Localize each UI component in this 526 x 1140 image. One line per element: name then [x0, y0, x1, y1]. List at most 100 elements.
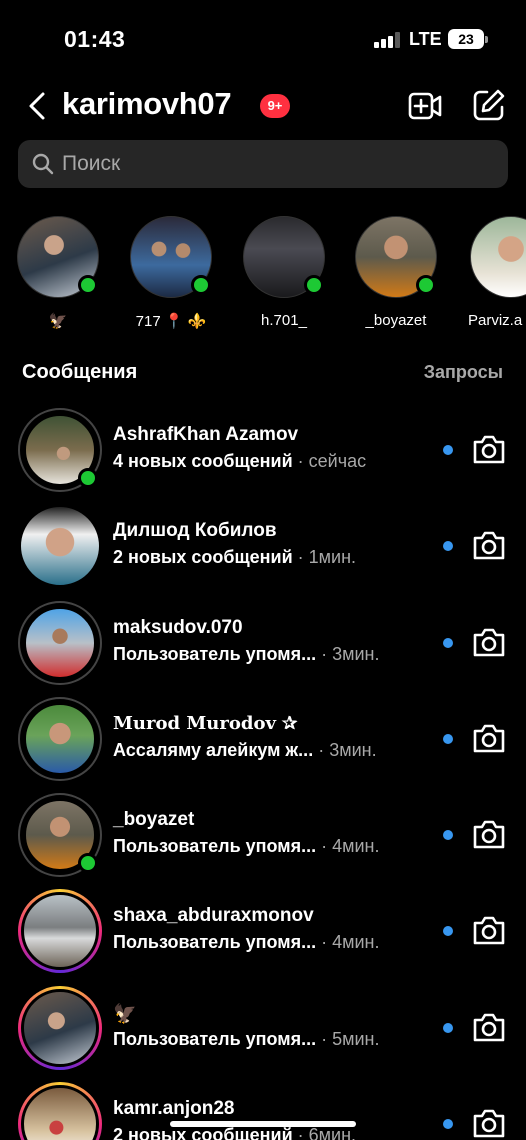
- message-preview: Пользователь упомя... · 5мин.: [113, 1029, 380, 1050]
- unread-dot: [443, 1023, 453, 1033]
- message-sender: _boyazet: [113, 809, 195, 830]
- status-bar: 01:43 LTE 23: [0, 0, 526, 78]
- message-sender: kamr.anjon28: [113, 1098, 235, 1119]
- unread-dot: [443, 541, 453, 551]
- message-preview: Ассаляму алейкум ж... · 3мин.: [113, 740, 377, 761]
- message-time: · сейчас: [292, 451, 367, 471]
- story-label: h.701_: [261, 312, 307, 329]
- unread-dot: [443, 638, 453, 648]
- camera-icon[interactable]: [471, 817, 507, 851]
- message-preview: Пользователь упомя... · 4мин.: [113, 836, 380, 857]
- avatar-ring: [18, 408, 102, 492]
- requests-link[interactable]: Запросы: [424, 362, 503, 383]
- unread-dot: [443, 445, 453, 455]
- notification-badge: 9+: [260, 94, 290, 118]
- avatar: [130, 216, 212, 298]
- camera-icon[interactable]: [471, 528, 507, 562]
- story-label: 717 📍 ⚜️: [135, 313, 207, 330]
- story-ring: [18, 986, 102, 1070]
- avatar: [23, 606, 97, 680]
- story-label: _boyazet: [365, 312, 427, 329]
- message-sender: shaxa_abduraxmonov: [113, 905, 314, 926]
- avatar: [23, 702, 97, 776]
- message-preview: Пользователь упомя... · 3мин.: [113, 644, 380, 665]
- message-preview: 4 новых сообщений · сейчас: [113, 451, 366, 472]
- message-time: · 3мин.: [316, 644, 380, 664]
- story-item[interactable]: 717 📍 ⚜️: [121, 216, 221, 330]
- search-bar[interactable]: [18, 140, 508, 188]
- list-item[interactable]: kamr.anjon28 2 новых сообщений · 6мин.: [0, 1078, 526, 1140]
- message-sender: maksudov.070: [113, 617, 243, 638]
- preview-text: 2 новых сообщений: [113, 547, 293, 567]
- story-label: Parviz.a: [468, 312, 523, 329]
- online-indicator: [416, 275, 436, 295]
- search-icon: [32, 153, 54, 175]
- messages-section-title: Сообщения: [22, 361, 138, 383]
- compose-message-icon[interactable]: [472, 88, 506, 122]
- message-sender: 🦅: [113, 1004, 137, 1025]
- avatar: [243, 216, 325, 298]
- message-time: · 4мин.: [316, 932, 380, 952]
- unread-dot: [443, 1119, 453, 1129]
- list-item[interactable]: maksudov.070 Пользователь упомя... · 3ми…: [0, 597, 526, 693]
- battery-icon: 23: [448, 29, 488, 49]
- story-item[interactable]: Parviz.a: [458, 216, 526, 329]
- avatar-ring: [18, 504, 102, 588]
- camera-icon[interactable]: [471, 1106, 507, 1140]
- avatar: [470, 216, 526, 298]
- preview-text: Пользователь упомя...: [113, 1029, 317, 1049]
- preview-text: Пользователь упомя...: [113, 644, 317, 664]
- message-time: · 4мин.: [316, 836, 380, 856]
- story-item[interactable]: h.701_: [234, 216, 334, 329]
- header: karimovh07 9+: [0, 84, 526, 128]
- story-item[interactable]: _boyazet: [346, 216, 446, 329]
- avatar-ring: [18, 697, 102, 781]
- account-username[interactable]: karimovh07: [62, 86, 232, 122]
- message-preview: 2 новых сообщений · 1мин.: [113, 547, 356, 568]
- list-item[interactable]: Дилшод Кобилов 2 новых сообщений · 1мин.: [0, 500, 526, 596]
- search-input[interactable]: [62, 140, 482, 188]
- camera-icon[interactable]: [471, 432, 507, 466]
- message-time: · 1мин.: [292, 547, 357, 567]
- list-item[interactable]: _boyazet Пользователь упомя... · 4мин.: [0, 789, 526, 885]
- message-sender: 𝐌𝐮𝐫𝐨𝐝 𝐌𝐮𝐫𝐨𝐝𝐨𝐯 ✰: [113, 713, 298, 734]
- stories-row: 🦅 717 📍 ⚜️ h.701_ _boyazet Parviz.a: [0, 216, 526, 336]
- story-item[interactable]: 🦅: [8, 216, 108, 330]
- home-indicator[interactable]: [170, 1121, 356, 1127]
- back-arrow-icon[interactable]: [24, 90, 54, 122]
- online-indicator: [78, 468, 98, 488]
- list-item[interactable]: 𝐌𝐮𝐫𝐨𝐝 𝐌𝐮𝐫𝐨𝐝𝐨𝐯 ✰ Ассаляму алейкум ж... · …: [0, 693, 526, 789]
- avatar: [21, 1085, 99, 1140]
- preview-text: Пользователь упомя...: [113, 836, 317, 856]
- avatar: [21, 892, 99, 970]
- message-time: · 6мин.: [292, 1125, 357, 1140]
- preview-text: Пользователь упомя...: [113, 932, 317, 952]
- online-indicator: [78, 853, 98, 873]
- camera-icon[interactable]: [471, 913, 507, 947]
- online-indicator: [191, 275, 211, 295]
- list-item[interactable]: shaxa_abduraxmonov Пользователь упомя...…: [0, 885, 526, 981]
- avatar: [17, 216, 99, 298]
- unread-dot: [443, 734, 453, 744]
- new-video-call-icon[interactable]: [408, 90, 442, 122]
- avatar-ring: [18, 601, 102, 685]
- camera-icon[interactable]: [471, 721, 507, 755]
- camera-icon[interactable]: [471, 625, 507, 659]
- avatar: [21, 989, 99, 1067]
- preview-text: 2 новых сообщений: [113, 1125, 293, 1140]
- message-time: · 3мин.: [313, 740, 377, 760]
- message-preview: Пользователь упомя... · 4мин.: [113, 932, 380, 953]
- avatar: [18, 504, 102, 588]
- message-sender: AshrafKhan Azamov: [113, 424, 299, 445]
- status-time: 01:43: [64, 26, 126, 52]
- network-type: LTE: [409, 29, 442, 49]
- online-indicator: [78, 275, 98, 295]
- story-ring: [18, 1082, 102, 1140]
- list-item[interactable]: AshrafKhan Azamov 4 новых сообщений · се…: [0, 404, 526, 500]
- list-item[interactable]: 🦅 Пользователь упомя... · 5мин.: [0, 982, 526, 1078]
- camera-icon[interactable]: [471, 1010, 507, 1044]
- avatar-ring: [18, 793, 102, 877]
- avatar: [355, 216, 437, 298]
- cellular-signal-icon: [374, 32, 400, 48]
- online-indicator: [304, 275, 324, 295]
